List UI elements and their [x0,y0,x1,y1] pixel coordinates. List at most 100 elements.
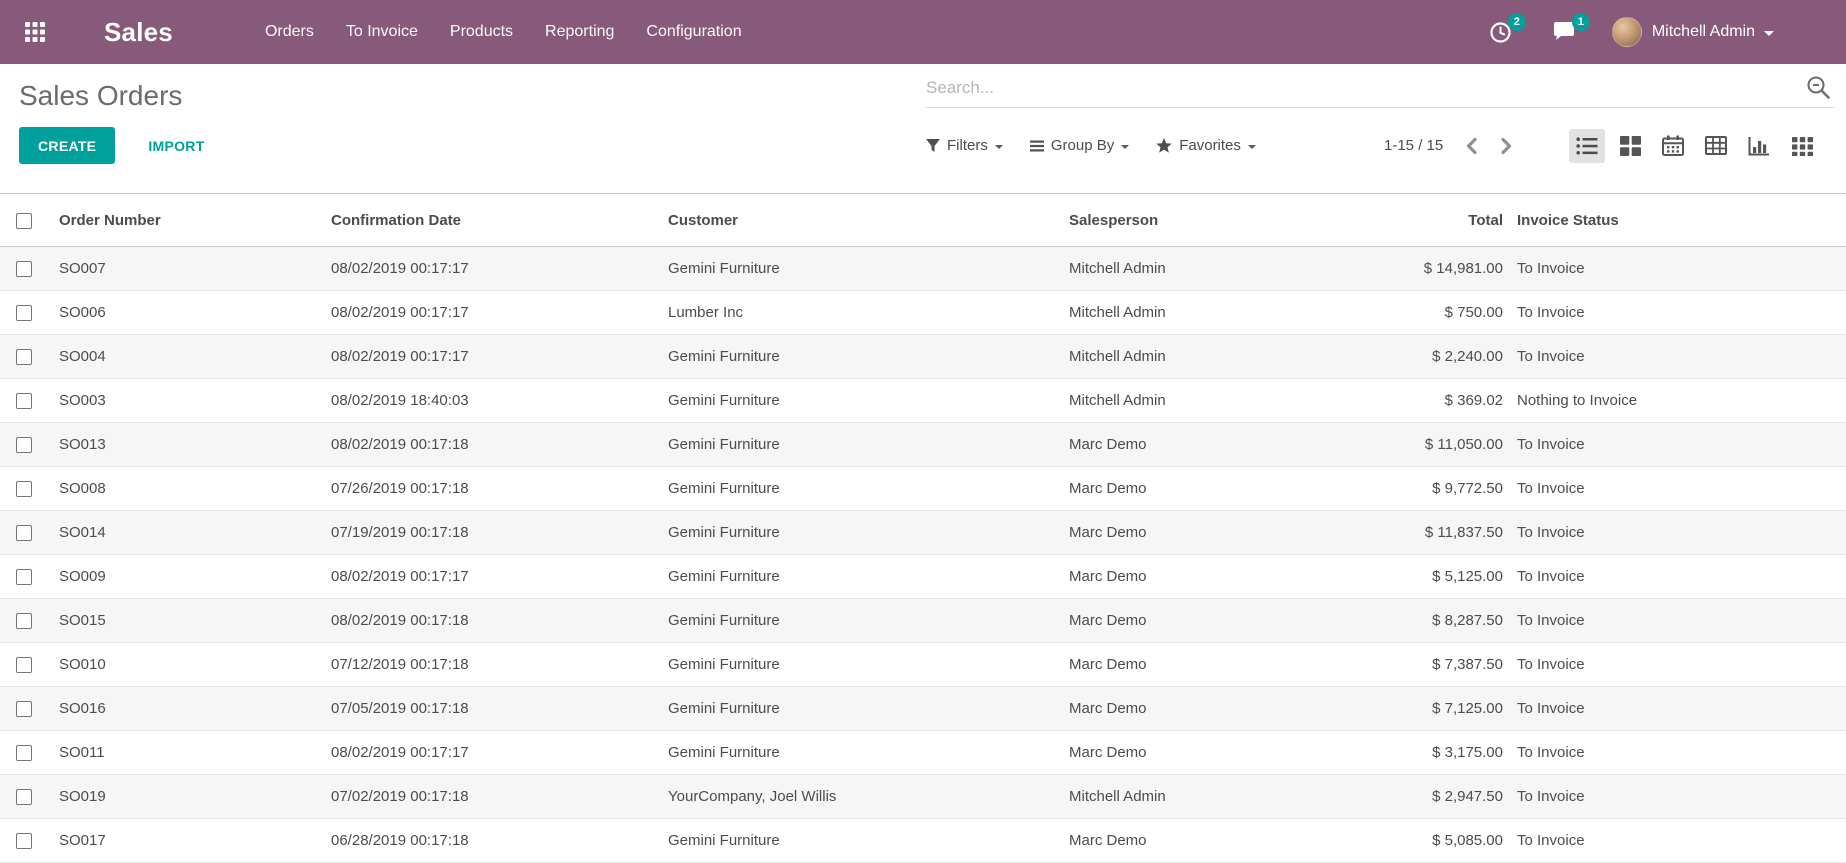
row-checkbox[interactable] [16,657,32,673]
table-row[interactable]: SO009 08/02/2019 00:17:17 Gemini Furnitu… [0,555,1846,599]
table-row[interactable]: SO016 07/05/2019 00:17:18 Gemini Furnitu… [0,687,1846,731]
orders-table: Order Number Confirmation Date Customer … [0,193,1846,863]
table-row[interactable]: SO004 08/02/2019 00:17:17 Gemini Furnitu… [0,335,1846,379]
row-checkbox[interactable] [16,305,32,321]
user-menu[interactable]: Mitchell Admin [1612,17,1774,47]
import-button[interactable]: IMPORT [142,137,210,155]
cell-order-number: SO003 [47,379,319,423]
cell-salesperson: Marc Demo [1057,555,1280,599]
cell-total: $ 2,947.50 [1280,775,1511,819]
table-row[interactable]: SO007 08/02/2019 00:17:17 Gemini Furnitu… [0,247,1846,291]
row-checkbox[interactable] [16,745,32,761]
cell-order-number: SO014 [47,511,319,555]
prev-page-icon[interactable] [1465,137,1478,155]
cell-order-number: SO019 [47,775,319,819]
cell-confirmation-date: 08/02/2019 00:17:17 [319,555,656,599]
filter-icon [926,139,940,153]
row-checkbox[interactable] [16,261,32,277]
row-checkbox[interactable] [16,393,32,409]
pager: 1-15 / 15 [1384,127,1513,164]
row-checkbox[interactable] [16,525,32,541]
cell-confirmation-date: 08/02/2019 00:17:18 [319,599,656,643]
row-checkbox[interactable] [16,349,32,365]
table-row[interactable]: SO008 07/26/2019 00:17:18 Gemini Furnitu… [0,467,1846,511]
view-switcher [1569,127,1820,164]
cell-total: $ 369.02 [1280,379,1511,423]
search-input[interactable] [926,78,1805,98]
column-salesperson[interactable]: Salesperson [1057,194,1280,247]
search-icon[interactable] [1805,74,1832,101]
cell-order-number: SO016 [47,687,319,731]
table-row[interactable]: SO003 08/02/2019 18:40:03 Gemini Furnitu… [0,379,1846,423]
apps-grid-icon[interactable] [22,19,48,45]
systray: 2 1 Mitchell Admin [1489,17,1846,47]
row-checkbox[interactable] [16,789,32,805]
cell-customer: Gemini Furniture [656,511,1057,555]
table-row[interactable]: SO011 08/02/2019 00:17:17 Gemini Furnitu… [0,731,1846,775]
table-row[interactable]: SO010 07/12/2019 00:17:18 Gemini Furnitu… [0,643,1846,687]
row-checkbox[interactable] [16,481,32,497]
cell-confirmation-date: 08/02/2019 00:17:18 [319,423,656,467]
menu-reporting[interactable]: Reporting [545,23,614,41]
cell-customer: Gemini Furniture [656,467,1057,511]
cell-order-number: SO011 [47,731,319,775]
select-all-checkbox[interactable] [16,213,32,229]
column-invoice-status[interactable]: Invoice Status [1511,194,1846,247]
view-pivot-icon[interactable] [1698,129,1734,163]
cell-total: $ 3,175.00 [1280,731,1511,775]
chevron-down-icon [995,145,1003,149]
cell-confirmation-date: 07/26/2019 00:17:18 [319,467,656,511]
cell-order-number: SO013 [47,423,319,467]
menu-to-invoice[interactable]: To Invoice [346,23,418,41]
cell-confirmation-date: 06/28/2019 00:17:18 [319,819,656,863]
activity-clock-icon[interactable]: 2 [1489,21,1512,44]
cell-invoice-status: To Invoice [1511,247,1846,291]
cell-order-number: SO009 [47,555,319,599]
row-checkbox[interactable] [16,569,32,585]
next-page-icon[interactable] [1500,137,1513,155]
table-row[interactable]: SO006 08/02/2019 00:17:17 Lumber Inc Mit… [0,291,1846,335]
column-order-number[interactable]: Order Number [47,194,319,247]
view-kanban-icon[interactable] [1612,129,1648,163]
app-menu: Orders To Invoice Products Reporting Con… [265,23,742,41]
column-total[interactable]: Total [1280,194,1511,247]
page-title: Sales Orders [19,80,182,112]
filters-dropdown[interactable]: Filters [926,137,1003,154]
messages-icon[interactable]: 1 [1552,21,1576,43]
menu-orders[interactable]: Orders [265,23,314,41]
menu-configuration[interactable]: Configuration [646,23,741,41]
view-activity-icon[interactable] [1784,129,1820,163]
avatar [1612,17,1642,47]
row-checkbox[interactable] [16,701,32,717]
row-checkbox[interactable] [16,833,32,849]
column-customer[interactable]: Customer [656,194,1057,247]
chevron-down-icon [1248,145,1256,149]
view-graph-icon[interactable] [1741,129,1777,163]
cell-order-number: SO008 [47,467,319,511]
cell-order-number: SO004 [47,335,319,379]
create-button[interactable]: CREATE [19,127,115,164]
cell-confirmation-date: 08/02/2019 00:17:17 [319,335,656,379]
table-row[interactable]: SO015 08/02/2019 00:17:18 Gemini Furnitu… [0,599,1846,643]
cell-total: $ 11,050.00 [1280,423,1511,467]
cell-salesperson: Marc Demo [1057,511,1280,555]
table-row[interactable]: SO019 07/02/2019 00:17:18 YourCompany, J… [0,775,1846,819]
menu-products[interactable]: Products [450,23,513,41]
top-navbar: Sales Orders To Invoice Products Reporti… [0,0,1846,64]
activity-badge: 2 [1508,13,1526,31]
row-checkbox[interactable] [16,437,32,453]
cell-salesperson: Mitchell Admin [1057,247,1280,291]
table-row[interactable]: SO014 07/19/2019 00:17:18 Gemini Furnitu… [0,511,1846,555]
group-by-dropdown[interactable]: Group By [1030,137,1129,154]
table-row[interactable]: SO017 06/28/2019 00:17:18 Gemini Furnitu… [0,819,1846,863]
view-calendar-icon[interactable] [1655,129,1691,163]
message-badge: 1 [1572,13,1590,31]
table-row[interactable]: SO013 08/02/2019 00:17:18 Gemini Furnitu… [0,423,1846,467]
pager-value[interactable]: 1-15 / 15 [1384,137,1443,154]
view-list-icon[interactable] [1569,129,1605,163]
cell-total: $ 9,772.50 [1280,467,1511,511]
app-name[interactable]: Sales [104,17,173,48]
column-confirmation-date[interactable]: Confirmation Date [319,194,656,247]
row-checkbox[interactable] [16,613,32,629]
favorites-dropdown[interactable]: Favorites [1156,137,1256,154]
